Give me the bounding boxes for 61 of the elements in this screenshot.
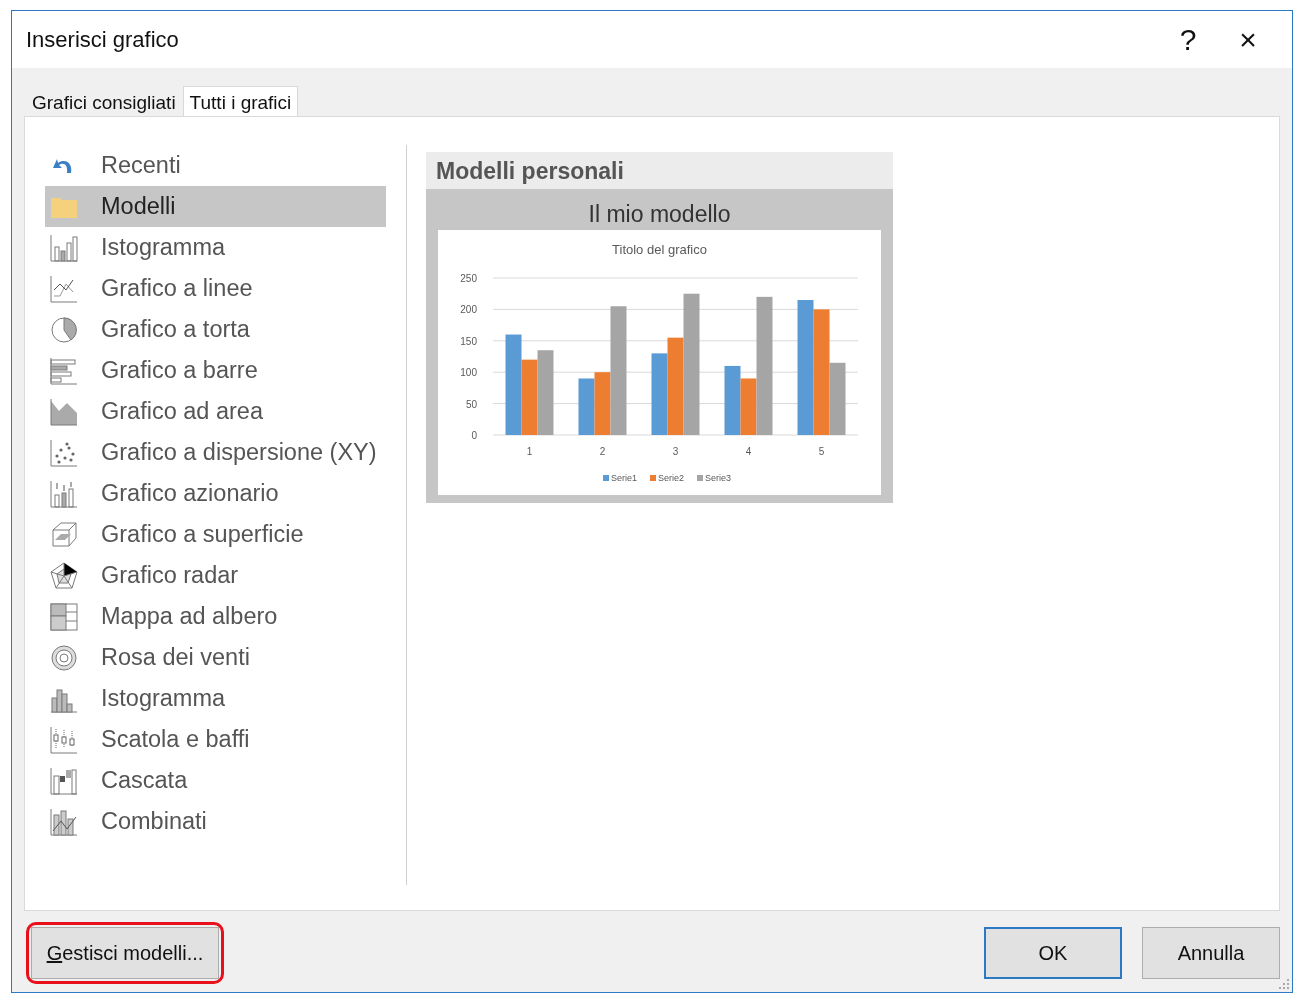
chart-type-item[interactable]: Mappa ad albero xyxy=(45,596,386,637)
chart-type-item[interactable]: Grafico a linee xyxy=(45,268,386,309)
area-chart-icon xyxy=(49,396,79,427)
cancel-button[interactable]: Annulla xyxy=(1142,927,1280,979)
waterfall-chart-icon xyxy=(49,765,79,796)
x-tick-label: 2 xyxy=(599,446,606,457)
window-title: Inserisci grafico xyxy=(26,26,180,53)
chart-type-item[interactable]: Grafico a dispersione (XY) xyxy=(45,432,386,473)
tab[interactable]: Grafici consigliati xyxy=(25,86,183,116)
legend-label: Serie2 xyxy=(658,473,684,483)
y-tick-label: 150 xyxy=(460,335,477,347)
treemap-icon xyxy=(49,601,79,632)
scatter-chart-icon xyxy=(49,437,79,468)
y-tick-label: 250 xyxy=(460,273,477,284)
box-plot-icon xyxy=(49,724,79,755)
line-chart-icon xyxy=(49,273,79,304)
y-tick-label: 0 xyxy=(471,430,477,441)
template-name: Il mio modello xyxy=(587,200,732,229)
legend-label: Serie3 xyxy=(705,473,731,483)
chart-type-item[interactable]: Grafico ad area xyxy=(45,391,386,432)
sunburst-chart-icon xyxy=(49,642,79,673)
ok-button[interactable]: OK xyxy=(984,927,1122,979)
help-button[interactable]: ? xyxy=(1158,22,1218,57)
x-tick-label: 5 xyxy=(818,446,825,457)
resize-grip-icon[interactable] xyxy=(1278,978,1290,990)
chart-type-item[interactable]: Cascata xyxy=(45,760,386,801)
chart-type-item[interactable]: Combinati xyxy=(45,801,386,842)
chart-type-item[interactable]: Grafico azionario xyxy=(45,473,386,514)
legend-label: Serie1 xyxy=(611,473,637,483)
bar-chart-icon xyxy=(49,355,79,386)
manage-templates-button[interactable]: Gestisci modelli... xyxy=(31,927,219,979)
pie-chart-icon xyxy=(49,314,79,345)
legend-swatch xyxy=(650,475,656,481)
chart-type-item[interactable]: Scatola e baffi xyxy=(45,719,386,760)
y-tick-label: 50 xyxy=(465,398,477,410)
chart-type-item[interactable]: Istogramma xyxy=(45,678,386,719)
chart-type-item[interactable]: Grafico a barre xyxy=(45,350,386,391)
legend-swatch xyxy=(603,475,609,481)
close-button[interactable]: × xyxy=(1218,22,1278,57)
chart-type-item[interactable]: Grafico a torta xyxy=(45,309,386,350)
chart-type-item[interactable]: Grafico a superficie xyxy=(45,514,386,555)
template-tile[interactable]: Il mio modello Titolo del grafico 0 50 100 150 200 250 1 2 3 4 5 Serie1 Serie2 Serie3 xyxy=(426,189,893,503)
tab[interactable]: Tutti i grafici xyxy=(182,86,299,116)
x-tick-label: 1 xyxy=(526,446,533,457)
chart-type-item[interactable]: Grafico radar xyxy=(45,555,386,596)
x-tick-label: 4 xyxy=(745,446,752,457)
chart-type-item[interactable]: Istogramma xyxy=(45,227,386,268)
section-heading: Modelli personali xyxy=(426,152,893,189)
chart-type-item[interactable]: Recenti xyxy=(45,145,386,186)
surface-chart-icon xyxy=(49,519,79,550)
y-tick-label: 100 xyxy=(460,367,477,379)
chart-type-item[interactable]: Rosa dei venti xyxy=(45,637,386,678)
radar-chart-icon xyxy=(49,560,79,591)
column-chart-icon xyxy=(49,232,79,263)
chart-type-item[interactable]: Modelli xyxy=(45,186,386,227)
x-tick-label: 3 xyxy=(672,446,679,457)
y-tick-label: 200 xyxy=(460,304,477,316)
combo-chart-icon xyxy=(49,806,79,837)
stock-chart-icon xyxy=(49,478,79,509)
legend-swatch xyxy=(697,475,703,481)
chart-title: Titolo del grafico xyxy=(612,242,707,257)
